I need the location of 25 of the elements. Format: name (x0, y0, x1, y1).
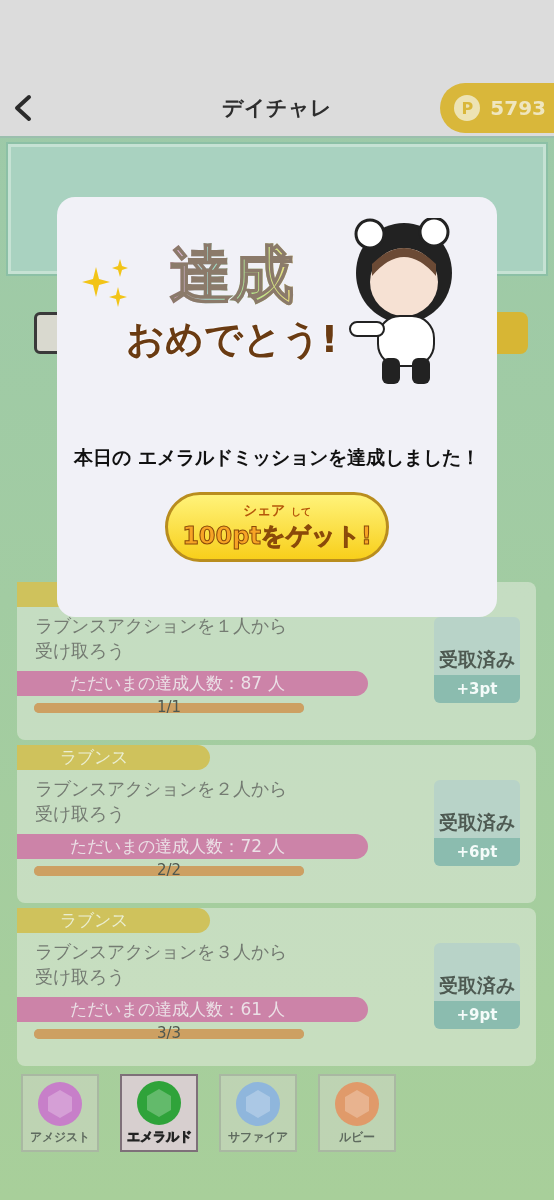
gem-tab[interactable]: アメジスト (21, 1074, 99, 1152)
category-tag: ラブンス (17, 908, 210, 933)
mission-title: ラブンスアクションを２人から受け取ろう (35, 777, 288, 826)
gem-tab[interactable]: エメラルド (120, 1074, 198, 1152)
progress-text: 2/2 (155, 861, 183, 879)
congratulations-text: おめでとう! (125, 316, 339, 363)
coin-icon: P (454, 95, 481, 121)
achievers-count: ただいまの達成人数：61 人 (17, 997, 368, 1022)
mission-title: ラブンスアクションを３人から受け取ろう (35, 940, 288, 989)
page-title: デイチャレ (222, 95, 332, 122)
mission-title: ラブンスアクションを１人から受け取ろう (35, 614, 288, 663)
claim-button[interactable]: 受取済み +9pt (434, 943, 520, 1029)
back-icon[interactable] (12, 94, 34, 122)
gem-tab[interactable]: ルビー (318, 1074, 396, 1152)
claim-button[interactable]: 受取済み +3pt (434, 617, 520, 703)
progress-text: 3/3 (155, 1024, 183, 1042)
progress-text: 1/1 (155, 698, 183, 716)
category-tag: ラブンス (17, 745, 210, 770)
achievers-count: ただいまの達成人数：87 人 (17, 671, 368, 696)
achievement-message: 本日の エメラルドミッションを達成しました！ (72, 445, 481, 470)
claim-button[interactable]: 受取済み +6pt (434, 780, 520, 866)
share-button[interactable]: シェア して 100ptをゲット! (165, 492, 389, 562)
gem-tab[interactable]: サファイア (219, 1074, 297, 1152)
achievers-count: ただいまの達成人数：72 人 (17, 834, 368, 859)
points-value: 5793 (490, 96, 546, 120)
